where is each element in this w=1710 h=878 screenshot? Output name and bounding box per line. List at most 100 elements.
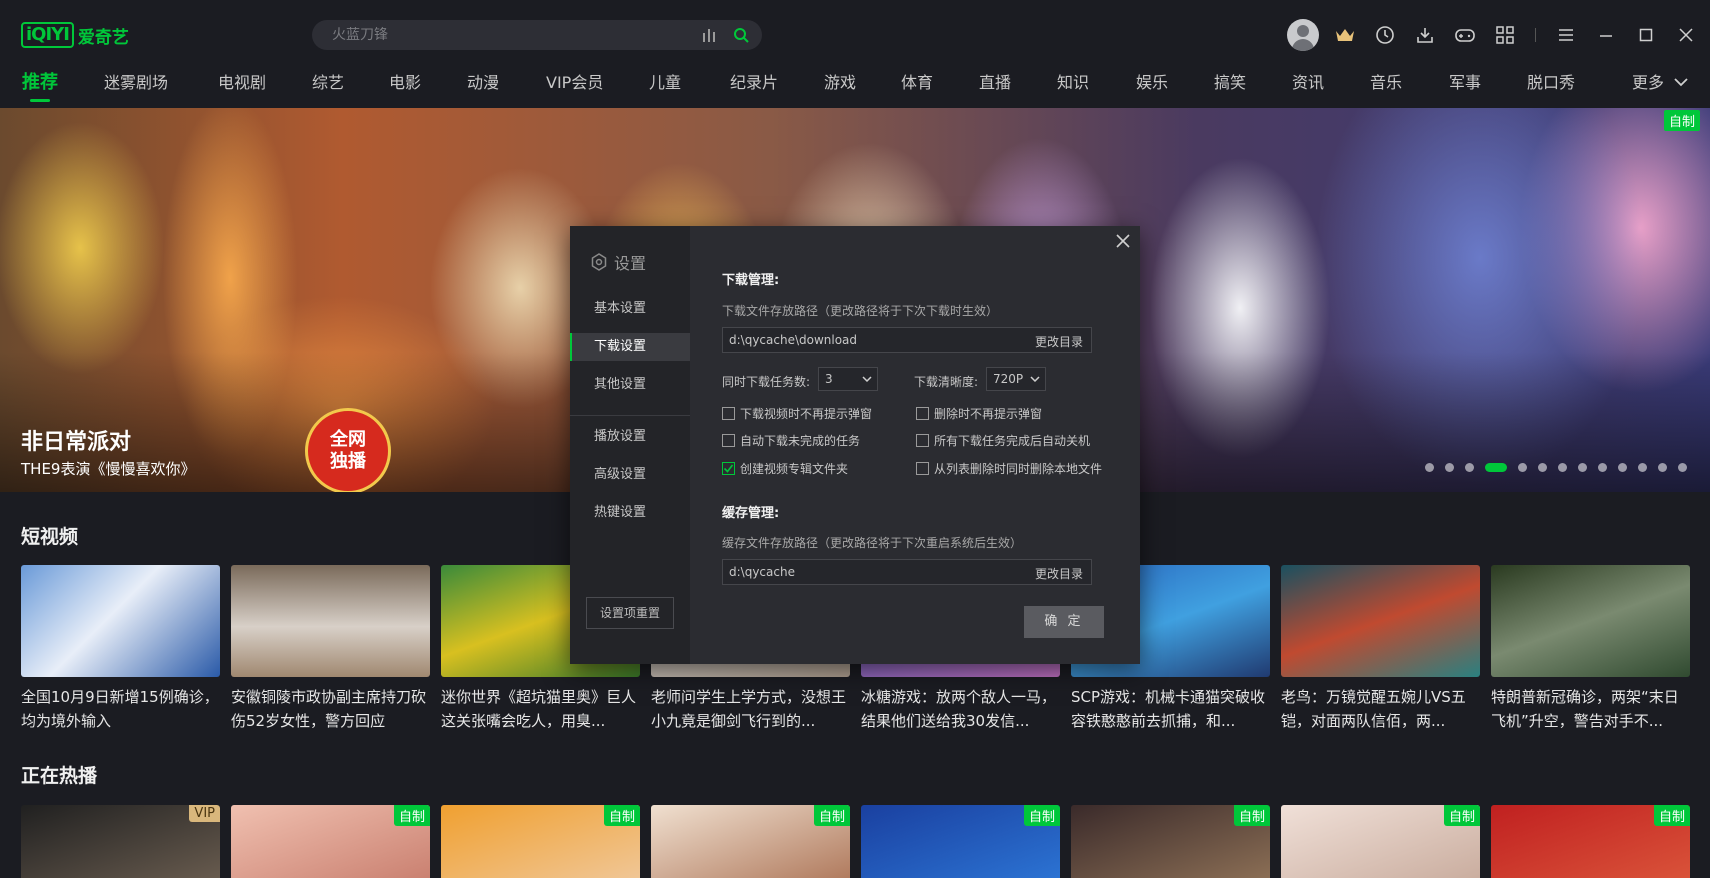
video-card[interactable]: 特朗普新冠确诊，两架“末日飞机”升空，警告对手不... — [1491, 565, 1690, 733]
show-thumbnail[interactable]: VIP — [21, 805, 220, 878]
video-caption[interactable]: SCP游戏：机械卡通猫突破收容铁憨憨前去抓捕，和... — [1071, 685, 1270, 733]
nav-more[interactable]: 更多 — [1632, 68, 1690, 108]
show-card[interactable]: 自制 — [861, 805, 1060, 878]
banner-dot[interactable] — [1538, 463, 1547, 472]
nav-item-comedy[interactable]: 搞笑 — [1214, 68, 1292, 108]
download-change-dir-button[interactable]: 更改目录 — [1035, 333, 1083, 350]
nav-item-talk-show[interactable]: 脱口秀 — [1527, 68, 1607, 108]
voice-search-icon[interactable] — [702, 28, 718, 42]
settings-menu-basic[interactable]: 基本设置 — [570, 295, 690, 323]
show-thumbnail[interactable]: 自制 — [861, 805, 1060, 878]
show-card[interactable]: 自制 — [1281, 805, 1480, 878]
checkbox[interactable] — [722, 434, 735, 447]
checkbox[interactable] — [916, 462, 929, 475]
checkbox[interactable] — [722, 407, 735, 420]
show-card[interactable]: 自制 — [1491, 805, 1690, 878]
show-card[interactable]: 自制 — [651, 805, 850, 878]
settings-menu-advanced[interactable]: 高级设置 — [570, 461, 690, 489]
show-thumbnail[interactable]: 自制 — [1281, 805, 1480, 878]
banner-dot-active[interactable] — [1485, 463, 1507, 472]
show-thumbnail[interactable]: 自制 — [1071, 805, 1270, 878]
nav-item-knowledge[interactable]: 知识 — [1057, 68, 1136, 108]
minimize-icon[interactable] — [1586, 18, 1626, 52]
search-icon[interactable] — [732, 26, 750, 44]
apps-grid-icon[interactable] — [1485, 18, 1525, 52]
video-caption[interactable]: 老鸟：万镜觉醒五婉儿VS五铠，对面两队信佰，两... — [1281, 685, 1480, 733]
cache-change-dir-button[interactable]: 更改目录 — [1035, 565, 1083, 582]
nav-item-movies[interactable]: 电影 — [389, 68, 467, 108]
banner-dot[interactable] — [1638, 463, 1647, 472]
show-card[interactable]: 自制 — [1071, 805, 1270, 878]
show-card[interactable]: VIP — [21, 805, 220, 878]
nav-item-military[interactable]: 军事 — [1449, 68, 1527, 108]
video-caption[interactable]: 特朗普新冠确诊，两架“末日飞机”升空，警告对手不... — [1491, 685, 1690, 733]
option-no-popup-on-delete[interactable]: 删除时不再提示弹窗 — [916, 405, 1042, 422]
nav-item-documentary[interactable]: 纪录片 — [730, 68, 824, 108]
show-thumbnail[interactable]: 自制 — [651, 805, 850, 878]
option-auto-resume[interactable]: 自动下载未完成的任务 — [722, 432, 860, 449]
checkbox[interactable] — [916, 434, 929, 447]
confirm-button[interactable]: 确 定 — [1024, 606, 1104, 638]
checkbox[interactable] — [916, 407, 929, 420]
banner-dot[interactable] — [1445, 463, 1454, 472]
nav-item-entertainment[interactable]: 娱乐 — [1136, 68, 1214, 108]
video-caption[interactable]: 老师问学生上学方式，没想王小九竟是御剑飞行到的... — [651, 685, 850, 733]
option-no-popup-on-download[interactable]: 下载视频时不再提示弹窗 — [722, 405, 872, 422]
video-thumbnail[interactable] — [1281, 565, 1480, 677]
reset-settings-button[interactable]: 设置项重置 — [586, 597, 674, 629]
video-caption[interactable]: 安徽铜陵市政协副主席持刀砍伤52岁女性，警方回应 — [231, 685, 430, 733]
video-caption[interactable]: 全国10月9日新增15例确诊，均为境外输入 — [21, 685, 220, 733]
nav-item-kids[interactable]: 儿童 — [649, 68, 730, 108]
banner-dot[interactable] — [1425, 463, 1434, 472]
nav-item-games[interactable]: 游戏 — [824, 68, 901, 108]
close-icon[interactable] — [1666, 18, 1706, 52]
settings-menu-hotkeys[interactable]: 热键设置 — [570, 499, 690, 527]
download-icon[interactable] — [1405, 18, 1445, 52]
banner-dot[interactable] — [1658, 463, 1667, 472]
banner-dot[interactable] — [1618, 463, 1627, 472]
nav-item-mystery-theater[interactable]: 迷雾剧场 — [104, 68, 218, 108]
show-thumbnail[interactable]: 自制 — [1491, 805, 1690, 878]
checkbox-checked[interactable] — [722, 462, 735, 475]
cache-path-value[interactable]: d:\qycache — [729, 565, 795, 579]
video-card[interactable]: 全国10月9日新增15例确诊，均为境外输入 — [21, 565, 220, 733]
history-icon[interactable] — [1365, 18, 1405, 52]
video-thumbnail[interactable] — [1491, 565, 1690, 677]
game-icon[interactable] — [1445, 18, 1485, 52]
banner-dot[interactable] — [1465, 463, 1474, 472]
settings-menu-playback[interactable]: 播放设置 — [570, 423, 690, 451]
video-caption[interactable]: 冰糖游戏：放两个敌人一马，结果他们送给我30发信... — [861, 685, 1060, 733]
show-card[interactable]: 自制 — [231, 805, 430, 878]
concurrent-tasks-select[interactable]: 3 — [818, 367, 878, 391]
video-card[interactable]: 老鸟：万镜觉醒五婉儿VS五铠，对面两队信佰，两... — [1281, 565, 1480, 733]
nav-item-anime[interactable]: 动漫 — [467, 68, 546, 108]
banner-dot[interactable] — [1578, 463, 1587, 472]
menu-icon[interactable] — [1546, 18, 1586, 52]
nav-item-music[interactable]: 音乐 — [1370, 68, 1449, 108]
nav-item-sports[interactable]: 体育 — [901, 68, 979, 108]
download-path-value[interactable]: d:\qycache\download — [729, 333, 857, 347]
nav-item-news[interactable]: 资讯 — [1292, 68, 1370, 108]
nav-item-recommend[interactable]: 推荐 — [22, 68, 104, 108]
banner-dot[interactable] — [1598, 463, 1607, 472]
close-icon[interactable] — [1114, 232, 1132, 250]
app-logo[interactable]: iQIYI 爱奇艺 — [21, 20, 129, 50]
settings-menu-other[interactable]: 其他设置 — [570, 371, 690, 399]
search-input[interactable] — [332, 27, 692, 43]
vip-crown-icon[interactable] — [1325, 18, 1365, 52]
settings-menu-download[interactable]: 下载设置 — [570, 333, 690, 361]
video-caption[interactable]: 迷你世界《超坑猫里奥》巨人这关张嘴会吃人，用臭... — [441, 685, 640, 733]
show-card[interactable]: 自制 — [441, 805, 640, 878]
banner-dot[interactable] — [1678, 463, 1687, 472]
show-thumbnail[interactable]: 自制 — [231, 805, 430, 878]
video-card[interactable]: 安徽铜陵市政协副主席持刀砍伤52岁女性，警方回应 — [231, 565, 430, 733]
banner-dot[interactable] — [1518, 463, 1527, 472]
banner-dot[interactable] — [1558, 463, 1567, 472]
video-thumbnail[interactable] — [21, 565, 220, 677]
show-thumbnail[interactable]: 自制 — [441, 805, 640, 878]
maximize-icon[interactable] — [1626, 18, 1666, 52]
nav-item-variety[interactable]: 综艺 — [312, 68, 389, 108]
option-create-album-folder[interactable]: 创建视频专辑文件夹 — [722, 460, 848, 477]
download-quality-select[interactable]: 720P — [986, 367, 1046, 391]
avatar[interactable] — [1287, 19, 1319, 51]
